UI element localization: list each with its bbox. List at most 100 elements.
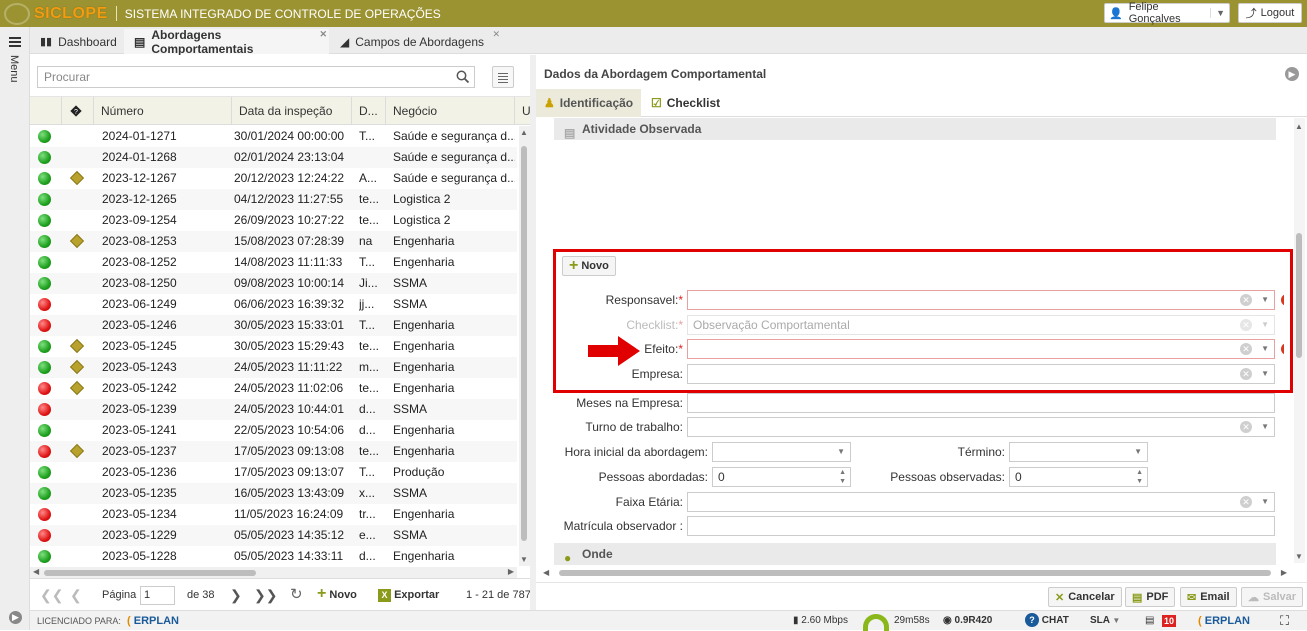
table-row[interactable]: 2023-08-1250 09/08/2023 10:00:14 Ji... SSMA (30, 273, 517, 294)
table-row[interactable]: 2023-06-1249 06/06/2023 16:39:32 jj... SSMA (30, 294, 517, 315)
close-tab-icon[interactable]: ✕ (319, 29, 327, 40)
table-row[interactable]: 2023-05-1243 24/05/2023 11:11:22 m... Engen… (30, 357, 517, 378)
col-status[interactable] (30, 97, 61, 125)
calendar-icon[interactable]: ▤ (1145, 611, 1154, 631)
chevron-down-icon[interactable]: ▼ (1134, 443, 1142, 461)
search-input[interactable]: Procurar (37, 66, 475, 88)
first-page-icon[interactable]: ❮❮ (40, 579, 63, 611)
table-row[interactable]: 2023-05-1228 05/05/2023 14:33:11 d... Engen… (30, 546, 517, 566)
table-row[interactable]: 2023-05-1237 17/05/2023 09:13:08 te... Enge… (30, 441, 517, 462)
table-row[interactable]: 2023-05-1229 05/05/2023 14:35:12 e... SSMA (30, 525, 517, 546)
section-title: Atividade Observada (582, 122, 702, 136)
spinner-icon[interactable]: ▲ ▼ (1136, 468, 1143, 486)
table-row[interactable]: 2023-12-1265 04/12/2023 11:27:55 te... Logi… (30, 189, 517, 210)
clear-icon[interactable]: ✕ (1240, 421, 1252, 433)
hora-inicial-select[interactable]: ▼ (712, 442, 851, 462)
table-row[interactable]: 2024-01-1271 30/01/2024 00:00:00 T... Saúde… (30, 126, 517, 147)
table-row[interactable]: 2023-05-1245 30/05/2023 15:29:43 te... Enge… (30, 336, 517, 357)
cell-data: 20/12/2023 12:24:22 (234, 171, 345, 185)
close-tab-icon[interactable]: ✕ (492, 29, 500, 40)
cell-negocio: SSMA (393, 276, 428, 290)
cancel-button[interactable]: ✕ Cancelar (1048, 587, 1122, 607)
list-options-button[interactable] (492, 66, 514, 88)
pessoas-abordadas-stepper[interactable]: 0 ▲ ▼ (712, 467, 851, 487)
cell-numero: 2024-01-1271 (102, 129, 177, 143)
list-vertical-scrollbar[interactable]: ▲ ▼ (519, 126, 530, 566)
sla-button[interactable]: SLA ▼ (1090, 611, 1120, 631)
new-record-button[interactable]: + Novo (317, 579, 357, 611)
table-row[interactable]: 2023-08-1253 15/08/2023 07:28:39 na Engenha… (30, 231, 517, 252)
table-row[interactable]: 2023-12-1267 20/12/2023 12:24:22 A... Saúde… (30, 168, 517, 189)
cell-data: 17/05/2023 09:13:08 (234, 444, 345, 458)
tab-abordagens[interactable]: ▤ Abordagens Comportamentais ✕ (124, 28, 329, 56)
top-bar: SICLOPE SISTEMA INTEGRADO DE CONTROLE DE… (0, 0, 1307, 27)
chat-button[interactable]: ? CHAT (1025, 611, 1069, 631)
chevron-down-icon[interactable]: ▼ (1261, 418, 1269, 436)
collapse-arrow-icon[interactable]: ▶ (9, 611, 22, 624)
pdf-button[interactable]: ▤ PDF (1125, 587, 1176, 607)
table-row[interactable]: 2024-01-1268 02/01/2024 23:13:04 Saúde e s… (30, 147, 517, 168)
cell-numero: 2023-09-1254 (102, 213, 177, 227)
section-atividade[interactable]: ▤ Atividade Observada (554, 118, 1276, 140)
save-button[interactable]: ☁ Salvar (1241, 587, 1304, 607)
turno-select[interactable]: ✕ ▼ (687, 417, 1275, 437)
cell-numero: 2023-05-1241 (102, 423, 177, 437)
clear-icon[interactable]: ✕ (1240, 496, 1252, 508)
meses-input[interactable] (687, 393, 1275, 413)
col-data[interactable]: Data da inspeção (231, 97, 351, 125)
tab-dashboard[interactable]: ▮▮ Dashboard (30, 29, 127, 54)
tab-campos[interactable]: ◢ Campos de Abordagens ✕ (330, 29, 502, 54)
cell-negocio: Engenharia (393, 360, 455, 374)
chevron-down-icon[interactable]: ▼ (1261, 493, 1269, 511)
col-u[interactable]: U (514, 97, 530, 125)
cell-d: te... (359, 444, 380, 458)
list-horizontal-scrollbar[interactable]: ◀ ▶ (30, 567, 517, 578)
col-d[interactable]: D... (351, 97, 385, 125)
table-row[interactable]: 2023-08-1252 14/08/2023 11:11:33 T... Engen… (30, 252, 517, 273)
section-title: Onde (582, 547, 613, 561)
refresh-icon[interactable]: ↻ (290, 579, 303, 611)
spinner-icon[interactable]: ▲ ▼ (839, 468, 846, 486)
detail-horizontal-scrollbar[interactable]: ◀ ▶ (543, 568, 1287, 578)
col-flag[interactable]: ? (61, 97, 92, 125)
tab-checklist[interactable]: ☑ Checklist (643, 89, 728, 117)
search-icon[interactable] (456, 70, 470, 84)
matricula-input[interactable] (687, 516, 1275, 536)
collapse-panel-icon[interactable]: ▶ (1285, 67, 1299, 81)
next-page-icon[interactable]: ❯ (230, 579, 242, 611)
fullscreen-icon[interactable]: ⛶ (1280, 611, 1289, 631)
hamburger-icon[interactable] (9, 37, 21, 49)
page-number-input[interactable]: 1 (140, 586, 175, 605)
cell-numero: 2023-08-1252 (102, 255, 177, 269)
termino-select[interactable]: ▼ (1009, 442, 1148, 462)
section-onde[interactable]: ● Onde (554, 543, 1276, 565)
table-row[interactable]: 2023-09-1254 26/09/2023 10:27:22 te... Logi… (30, 210, 517, 231)
chevron-down-icon[interactable]: ▼ (837, 443, 845, 461)
table-row[interactable]: 2023-05-1242 24/05/2023 11:02:06 te... Enge… (30, 378, 517, 399)
detail-vertical-scrollbar[interactable]: ▲ ▼ (1294, 118, 1305, 563)
timer-gauge-icon (863, 614, 889, 631)
col-negocio[interactable]: Negócio (385, 97, 514, 125)
last-page-icon[interactable]: ❯❯ (254, 579, 277, 611)
email-button[interactable]: ✉ Email (1180, 587, 1237, 607)
menu-label[interactable]: Menu (8, 55, 20, 83)
table-row[interactable]: 2023-05-1234 11/05/2023 16:24:09 tr... Enge… (30, 504, 517, 525)
cell-negocio: Engenharia (393, 318, 455, 332)
export-button[interactable]: X Exportar (378, 579, 439, 611)
table-row[interactable]: 2023-05-1239 24/05/2023 10:44:01 d... SSMA (30, 399, 517, 420)
table-row[interactable]: 2023-05-1235 16/05/2023 13:43:09 x... SSMA (30, 483, 517, 504)
notification-badge[interactable]: 10 (1162, 615, 1177, 627)
col-numero[interactable]: Número (93, 97, 230, 125)
table-row[interactable]: 2023-05-1241 22/05/2023 10:54:06 d... Engen… (30, 420, 517, 441)
table-row[interactable]: 2023-05-1246 30/05/2023 15:33:01 T... Engen… (30, 315, 517, 336)
location-pin-icon: ● (564, 551, 572, 565)
flag-diamond-icon (69, 359, 85, 375)
logout-button[interactable]: ⤴ Logout (1238, 3, 1302, 23)
table-row[interactable]: 2023-05-1236 17/05/2023 09:13:07 T... Produ… (30, 462, 517, 483)
user-menu-button[interactable]: 👤 Felipe Gonçalves ▼ (1104, 1, 1230, 25)
pessoas-observadas-stepper[interactable]: 0 ▲ ▼ (1009, 467, 1148, 487)
prev-page-icon[interactable]: ❮ (70, 579, 82, 611)
faixa-select[interactable]: ✕ ▼ (687, 492, 1275, 512)
tab-identificacao[interactable]: ♟ Identificação (536, 89, 642, 117)
cell-d: d... (359, 402, 376, 416)
